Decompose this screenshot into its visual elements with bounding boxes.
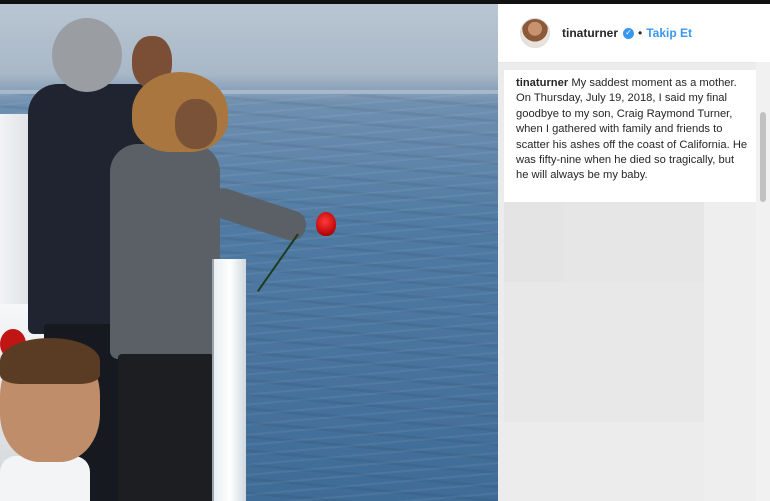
post-username[interactable]: tinaturner bbox=[562, 26, 618, 40]
placeholder-block bbox=[504, 422, 704, 501]
caption-scrollbar[interactable] bbox=[756, 62, 770, 501]
scrollbar-thumb[interactable] bbox=[760, 112, 766, 202]
placeholder-block bbox=[704, 202, 756, 501]
caption-text: My saddest moment as a mother. On Thursd… bbox=[516, 77, 748, 182]
post-header: tinaturner ✓ • Takip Et bbox=[498, 4, 770, 63]
caption-username[interactable]: tinaturner bbox=[516, 77, 568, 89]
woman-legs bbox=[118, 354, 214, 501]
railing-post bbox=[212, 259, 246, 501]
comments-area bbox=[504, 202, 756, 501]
young-man-shirt bbox=[0, 456, 90, 501]
red-rose bbox=[316, 212, 336, 236]
young-man-hair bbox=[0, 338, 100, 384]
man-head bbox=[52, 18, 122, 92]
verified-badge-icon: ✓ bbox=[623, 27, 635, 39]
post-frame: tinaturner ✓ • Takip Et tinaturner My sa… bbox=[0, 0, 770, 501]
placeholder-block bbox=[504, 282, 704, 422]
follow-button[interactable]: Takip Et bbox=[646, 26, 692, 40]
placeholder-block bbox=[504, 202, 564, 282]
woman-jacket bbox=[110, 144, 220, 359]
placeholder-block bbox=[564, 202, 704, 282]
post-caption: tinaturner My saddest moment as a mother… bbox=[504, 70, 756, 202]
post-photo[interactable] bbox=[0, 4, 498, 501]
post-side-panel: tinaturner ✓ • Takip Et tinaturner My sa… bbox=[498, 4, 770, 501]
header-separator: • bbox=[638, 26, 643, 40]
woman-face bbox=[175, 99, 217, 149]
profile-avatar[interactable] bbox=[520, 18, 550, 48]
